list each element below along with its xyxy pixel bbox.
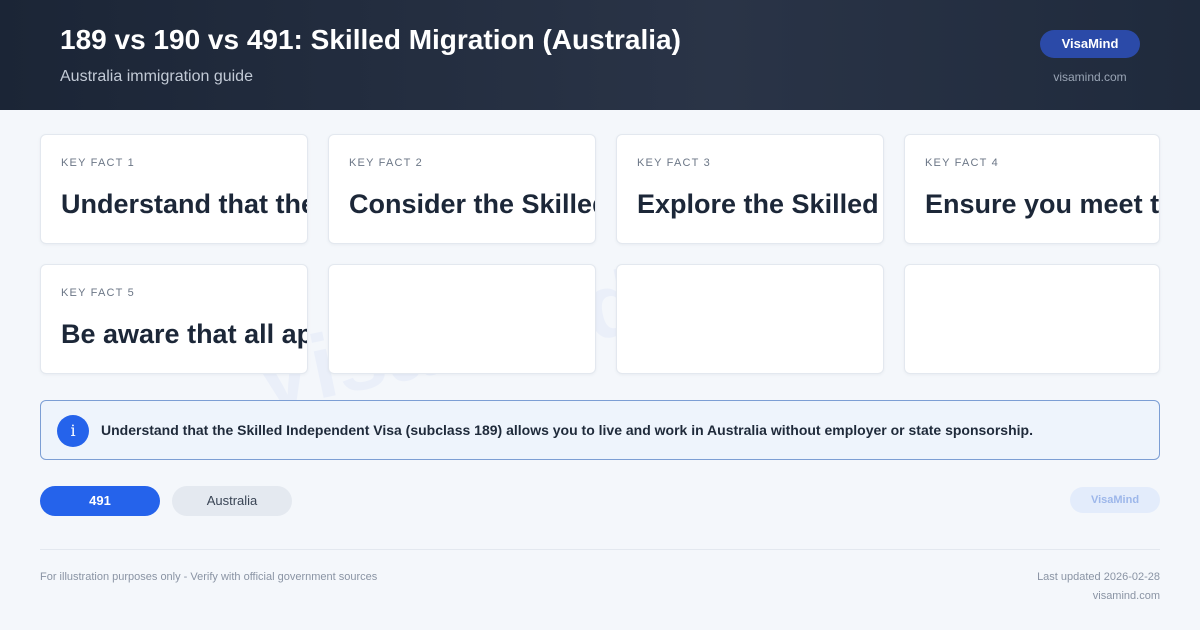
key-fact-label: KEY FACT 5: [61, 287, 135, 299]
key-fact-card-5: KEY FACT 5 Be aware that all applicants: [40, 264, 308, 374]
empty-card: [616, 264, 884, 374]
key-fact-label: KEY FACT 1: [61, 157, 135, 169]
brand-badge: VisaMind: [1070, 487, 1160, 513]
header-banner: 189 vs 190 vs 491: Skilled Migration (Au…: [0, 0, 1200, 110]
key-fact-text: Explore the Skilled Work Regional Visa: [637, 189, 883, 219]
footer-url[interactable]: visamind.com: [1093, 590, 1160, 602]
key-fact-text: Ensure you meet the minimum points: [925, 189, 1160, 219]
key-fact-text: Be aware that all applicants: [61, 319, 307, 349]
brand-url[interactable]: visamind.com: [1040, 70, 1140, 84]
brand-logo-pill[interactable]: VisaMind: [1040, 30, 1140, 58]
page-subtitle: Australia immigration guide: [60, 68, 253, 85]
info-icon: i: [57, 415, 89, 447]
key-fact-card-3: KEY FACT 3 Explore the Skilled Work Regi…: [616, 134, 884, 244]
key-fact-card-1: KEY FACT 1 Understand that the Skilled I…: [40, 134, 308, 244]
footer-disclaimer: For illustration purposes only - Verify …: [40, 571, 378, 583]
key-fact-card-4: KEY FACT 4 Ensure you meet the minimum p…: [904, 134, 1160, 244]
key-fact-label: KEY FACT 2: [349, 157, 423, 169]
footer-divider: [40, 549, 1160, 550]
key-fact-text: Understand that the Skilled Independent …: [61, 189, 307, 219]
key-fact-label: KEY FACT 3: [637, 157, 711, 169]
key-fact-text: Consider the Skilled Nominated Visa: [349, 189, 595, 219]
tag-491[interactable]: 491: [40, 486, 160, 516]
info-callout: i Understand that the Skilled Independen…: [40, 400, 1160, 460]
page-title: 189 vs 190 vs 491: Skilled Migration (Au…: [60, 24, 681, 55]
key-fact-label: KEY FACT 4: [925, 157, 999, 169]
tag-australia[interactable]: Australia: [172, 486, 292, 516]
info-text: Understand that the Skilled Independent …: [101, 422, 1033, 438]
last-updated: Last updated 2026-02-28: [1037, 571, 1160, 583]
empty-card: [328, 264, 596, 374]
empty-card: [904, 264, 1160, 374]
key-fact-card-2: KEY FACT 2 Consider the Skilled Nominate…: [328, 134, 596, 244]
